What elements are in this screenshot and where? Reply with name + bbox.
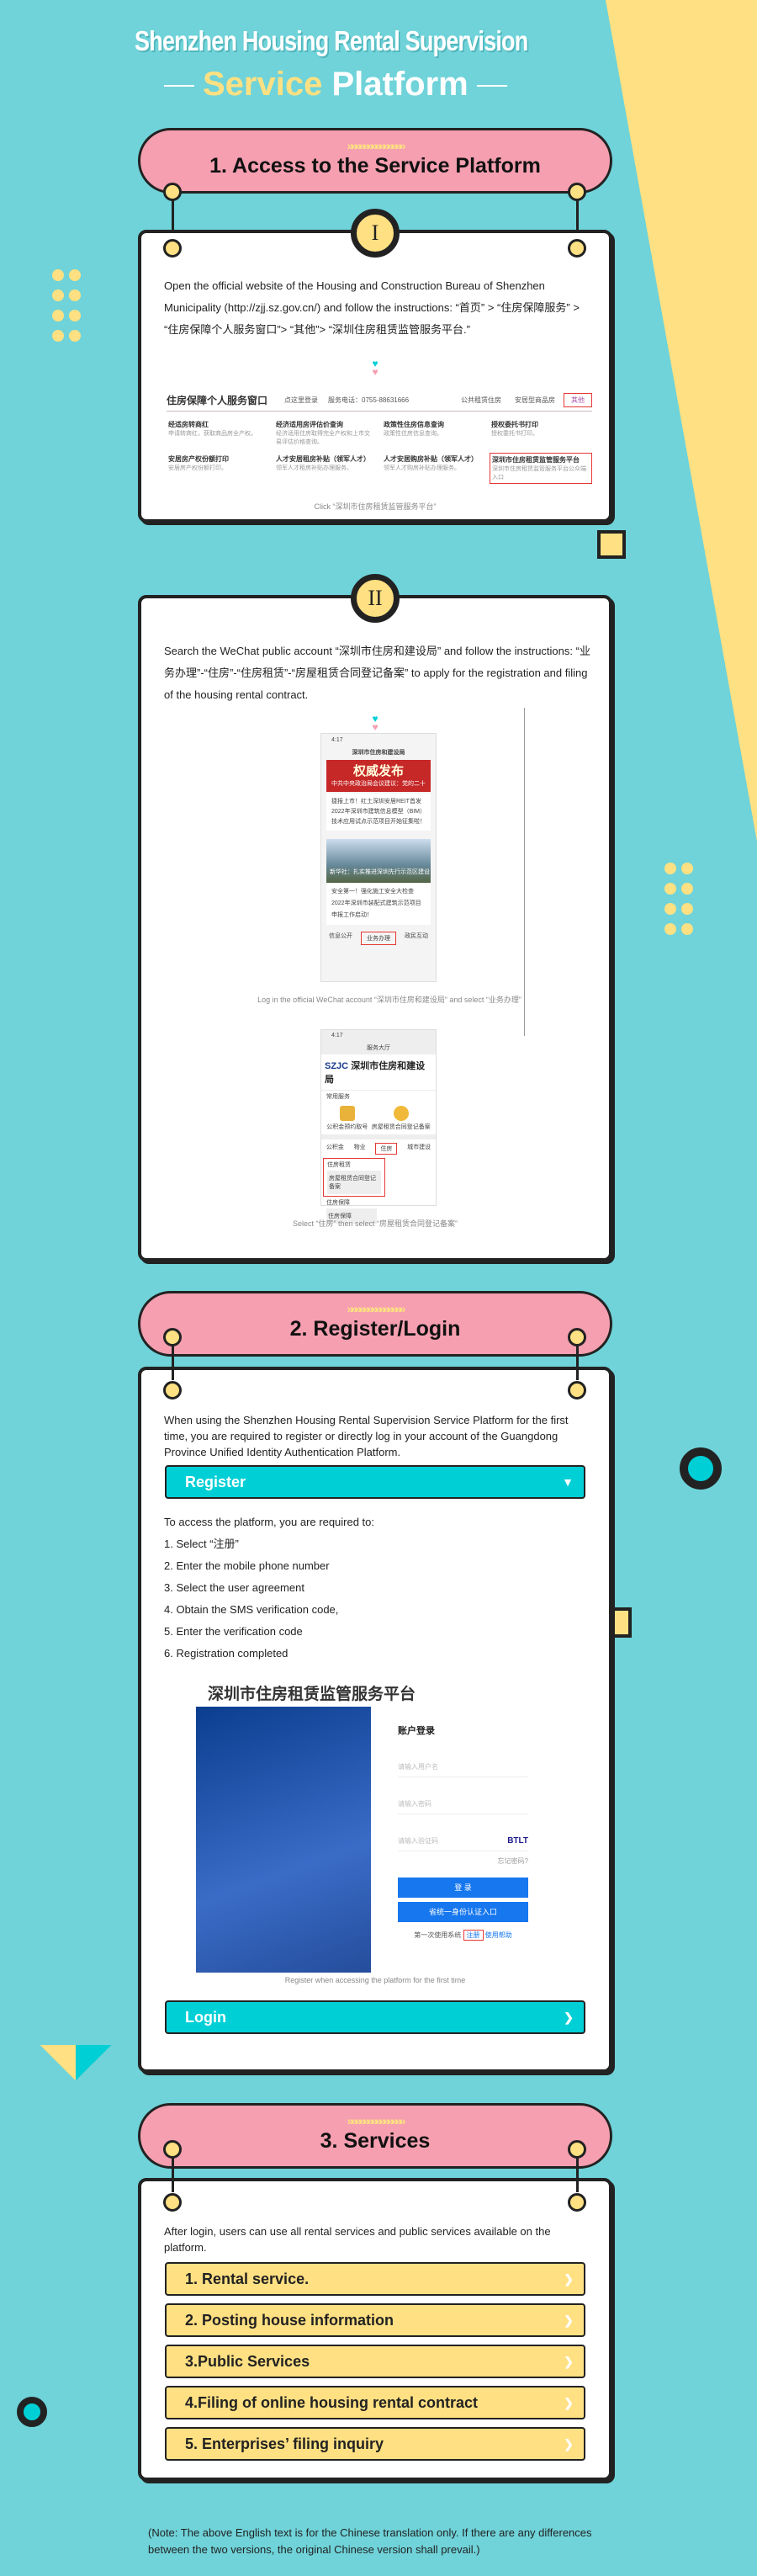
site-service-item[interactable]: 授权委托书打印 授权委托书打印。: [490, 418, 592, 448]
decor-dots: [664, 863, 693, 935]
step2-caption1: Log in the official WeChat account “深圳市住…: [257, 996, 521, 1004]
decor-ring: [680, 1447, 722, 1490]
site-service-item[interactable]: 深圳市住房租赁监管服务平台 深圳市住房租赁监管服务平台公众端入口: [490, 453, 592, 484]
login-submit-button[interactable]: 登 录: [398, 1878, 528, 1898]
arrow-down-icon: ♥ ♥: [372, 713, 378, 733]
site-service-item[interactable]: 经济适用房评估价查询 经济适用住房取得完全产权和上市交易评估价格查询。: [274, 418, 377, 448]
step2-text: Search the WeChat public account “深圳市住房和…: [164, 645, 590, 701]
register-step: 4. Obtain the SMS verification code,: [164, 1603, 339, 1616]
captcha-image[interactable]: BTLT: [507, 1836, 528, 1846]
section2-title: 2. Register/Login: [289, 1317, 461, 1341]
site-service-item[interactable]: 人才安居购房补贴（领军人才） 领军人才购房补贴办理服务。: [382, 453, 484, 484]
site-service-item[interactable]: 政策性住房信息查询 政策性住房信息查询。: [382, 418, 484, 448]
service-hall-screenshot: 4:17 服务大厅 SZJC 深圳市住房和建设局 常用服务 公积金预约取号 房屋…: [320, 1029, 437, 1224]
username-field[interactable]: 请输入用户名: [398, 1757, 528, 1777]
step2-caption2: Select “住房” then select “房屋租赁合同登记备案”: [292, 1219, 458, 1228]
section1-title: 1. Access to the Service Platform: [209, 154, 541, 178]
chevron-right-icon: ❯: [564, 2436, 574, 2451]
chevron-right-icon: ❯: [564, 2395, 574, 2409]
chevron-right-icon: ❯: [564, 2313, 574, 2327]
service-item[interactable]: 5. Enterprises’ filing inquiry ❯: [165, 2427, 585, 2461]
wechat-phone-screenshot: 4:17 深圳市住房和建设局 权威发布中共中央政治局会议建议：党的二十大于10月…: [320, 733, 437, 982]
decor-diamond: [40, 2009, 112, 2081]
register-link[interactable]: 注册: [463, 1930, 484, 1941]
section1-banner: »»»»»»»»»»»»»» 1. Access to the Service …: [138, 128, 612, 194]
register-step: 3. Select the user agreement: [164, 1581, 304, 1594]
register-step: 2. Enter the mobile phone number: [164, 1559, 330, 1572]
register-step: 5. Enter the verification code: [164, 1625, 303, 1638]
register-step: 1. Select “注册”: [164, 1538, 239, 1550]
decor-square: [597, 530, 626, 559]
captcha-field[interactable]: 请输入验证码: [398, 1836, 438, 1846]
header-title-line1: Shenzhen Housing Rental Supervision: [135, 25, 528, 56]
menu-business[interactable]: 业务办理: [361, 932, 396, 945]
decor-yellow-wedge: [606, 0, 757, 842]
section3-title: 3. Services: [320, 2129, 431, 2153]
services-intro: After login, users can use all rental se…: [164, 2225, 551, 2254]
step1-caption: Click “深圳市住房租赁监管服务平台”: [314, 502, 437, 511]
site-service-item[interactable]: 人才安居租房补贴（领军人才） 领军人才租房补贴办理服务。: [274, 453, 377, 484]
chevron-right-icon: ❯: [564, 2271, 574, 2286]
chevron-right-icon: ❯: [564, 2010, 574, 2024]
step1-card: Open the official website of the Housing…: [138, 230, 612, 523]
service-item[interactable]: 3.Public Services ❯: [165, 2345, 585, 2378]
step-numeral-2: II: [351, 574, 400, 623]
section3-banner: »»»»»»»»»»»»»» 3. Services: [138, 2103, 612, 2169]
service-item[interactable]: 2. Posting house information ❯: [165, 2303, 585, 2337]
site-service-item[interactable]: 安居房产权份额打印 安居房产权份额打印。: [167, 453, 269, 484]
service-item[interactable]: 1. Rental service. ❯: [165, 2262, 585, 2296]
service-item[interactable]: 4.Filing of online housing rental contra…: [165, 2386, 585, 2419]
chevron-down-icon: ▼: [562, 1475, 574, 1489]
chevron-right-icon: ❯: [564, 2354, 574, 2368]
decor-dots: [52, 269, 81, 342]
register-intro: When using the Shenzhen Housing Rental S…: [164, 1414, 569, 1458]
unified-auth-button[interactable]: 省统一身份认证入口: [398, 1902, 528, 1922]
step2-card: Search the WeChat public account “深圳市住房和…: [138, 595, 612, 1261]
website-screenshot: 住房保障个人服务窗口 点这里登录 服务电话：0755-88631666 公共租赁…: [167, 393, 592, 484]
login-page-screenshot: 深圳市住房租赁监管服务平台 账户登录 请输入用户名 请输入密码 请输入验证码 BT…: [196, 1681, 549, 1973]
arrow-down-icon: ♥ ♥: [372, 358, 378, 378]
services-card: After login, users can use all rental se…: [138, 2178, 612, 2481]
register-caption: Register when accessing the platform for…: [284, 1976, 466, 1984]
step-numeral-1: I: [351, 209, 400, 258]
register-accordion[interactable]: Register ▼: [165, 1465, 585, 1499]
decor-ring: [17, 2397, 47, 2427]
header-title-line2: Service Platform: [156, 66, 507, 104]
password-field[interactable]: 请输入密码: [398, 1794, 528, 1814]
steps-intro: To access the platform, you are required…: [164, 1516, 375, 1528]
disclaimer-note: (Note: The above English text is for the…: [148, 2526, 592, 2556]
step1-text: Open the official website of the Housing…: [164, 279, 580, 336]
register-step: 6. Registration completed: [164, 1647, 289, 1660]
tab-other[interactable]: 其他: [564, 393, 592, 407]
site-service-item[interactable]: 经适房转商红 申请转商红，获取商品房全产权。: [167, 418, 269, 448]
login-accordion[interactable]: Login ❯: [165, 2000, 585, 2034]
register-card: When using the Shenzhen Housing Rental S…: [138, 1367, 612, 2073]
section2-banner: »»»»»»»»»»»»»» 2. Register/Login: [138, 1291, 612, 1357]
